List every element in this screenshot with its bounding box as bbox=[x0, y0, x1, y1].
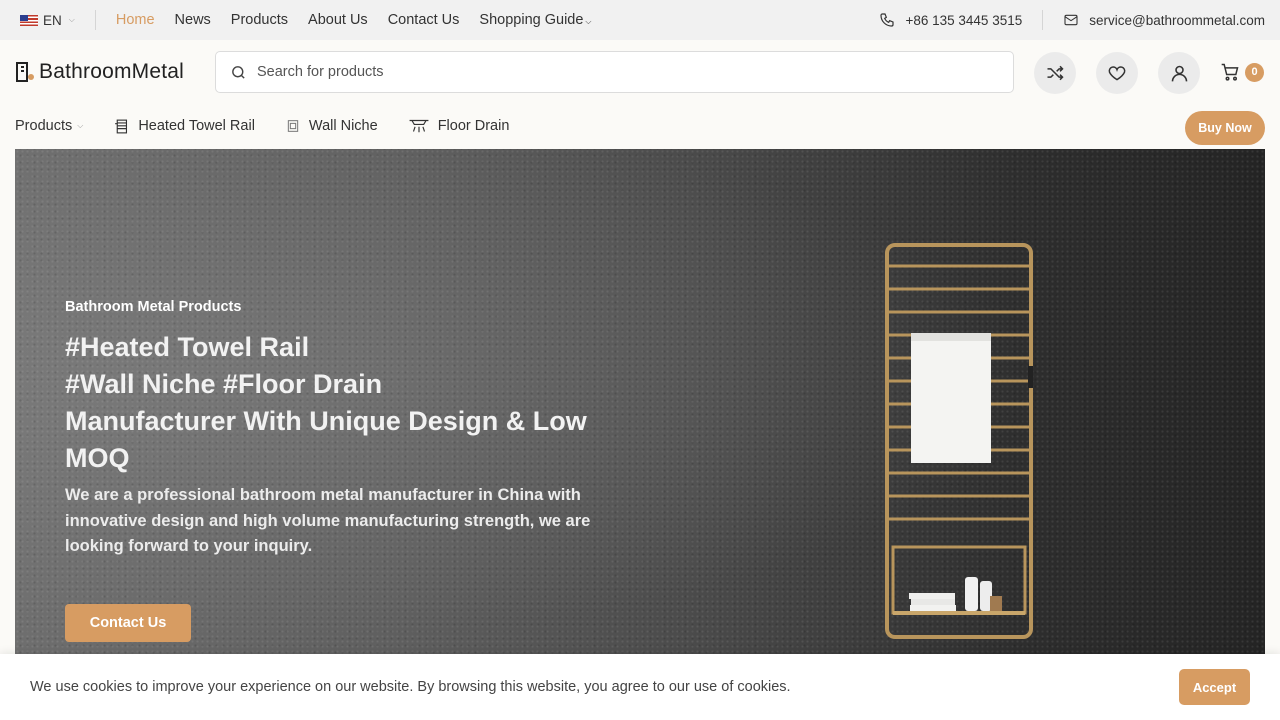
language-label: EN bbox=[43, 12, 62, 28]
hero-title-line: #Wall Niche #Floor Drain bbox=[65, 369, 383, 399]
nav-floor-drain[interactable]: Floor Drain bbox=[408, 117, 510, 135]
chevron-down-icon: ⌵ bbox=[585, 17, 592, 26]
phone-number[interactable]: +86 135 3445 3515 bbox=[905, 13, 1022, 28]
cart-button[interactable]: 0 bbox=[1220, 62, 1264, 82]
cookie-banner: We use cookies to improve your experienc… bbox=[0, 654, 1280, 720]
nav-shopping-guide[interactable]: Shopping Guide ⌵ bbox=[479, 12, 591, 28]
contact-us-button[interactable]: Contact Us bbox=[65, 604, 191, 642]
chevron-down-icon: ⌵ bbox=[77, 121, 84, 130]
shuffle-icon bbox=[1047, 65, 1064, 81]
nav-contact-us[interactable]: Contact Us bbox=[388, 12, 460, 28]
flag-us-icon bbox=[20, 14, 38, 26]
top-nav: Home News Products About Us Contact Us S… bbox=[116, 12, 592, 28]
logo-text: BathroomMetal bbox=[39, 60, 184, 83]
buy-now-button[interactable]: Buy Now bbox=[1185, 111, 1265, 145]
nav-heated-towel-rail-label: Heated Towel Rail bbox=[138, 118, 255, 134]
language-selector[interactable]: EN ⌵ bbox=[20, 13, 75, 28]
contact-info: +86 135 3445 3515 service@bathroommetal.… bbox=[879, 10, 1265, 30]
hero-content: Bathroom Metal Products #Heated Towel Ra… bbox=[65, 299, 625, 560]
towel-rail-image bbox=[885, 243, 1033, 639]
top-bar: EN ⌵ Home News Products About Us Contact… bbox=[0, 0, 1280, 40]
nav-floor-drain-label: Floor Drain bbox=[437, 118, 510, 134]
floor-drain-icon bbox=[409, 119, 429, 133]
hero-banner: Bathroom Metal Products #Heated Towel Ra… bbox=[15, 149, 1265, 720]
nav-wall-niche-label: Wall Niche bbox=[308, 118, 378, 134]
search-icon bbox=[232, 65, 245, 79]
hero-description: We are a professional bathroom metal man… bbox=[65, 486, 591, 555]
divider bbox=[1042, 10, 1044, 30]
nav-shopping-guide-label: Shopping Guide bbox=[479, 12, 584, 28]
search-bar bbox=[215, 51, 1014, 93]
divider bbox=[94, 10, 96, 30]
hero-subtitle: Bathroom Metal Products bbox=[65, 299, 242, 315]
cookie-message: We use cookies to improve your experienc… bbox=[30, 679, 791, 695]
towel-rail-icon bbox=[115, 119, 128, 133]
hero-title-line: MOQ bbox=[65, 443, 130, 473]
hero-title: #Heated Towel Rail #Wall Niche #Floor Dr… bbox=[65, 329, 625, 477]
user-icon bbox=[1171, 65, 1187, 81]
nav-products[interactable]: Products bbox=[231, 12, 288, 28]
hero-title-line: #Heated Towel Rail bbox=[65, 332, 310, 362]
phone-icon bbox=[880, 13, 895, 27]
products-menu-label: Products bbox=[15, 118, 73, 134]
heart-icon bbox=[1108, 66, 1126, 81]
nav-home[interactable]: Home bbox=[116, 12, 155, 28]
hero-title-line: Manufacturer With Unique Design & Low bbox=[65, 406, 587, 436]
accept-cookies-button[interactable]: Accept bbox=[1179, 669, 1250, 705]
nav-wall-niche[interactable]: Wall Niche bbox=[285, 118, 378, 134]
wishlist-button[interactable] bbox=[1096, 52, 1138, 94]
products-menu[interactable]: Products ⌵ bbox=[15, 118, 83, 134]
chevron-down-icon: ⌵ bbox=[68, 15, 75, 24]
category-nav: Products ⌵ Heated Towel Rail Wall Niche … bbox=[0, 104, 1280, 148]
nav-heated-towel-rail[interactable]: Heated Towel Rail bbox=[113, 118, 255, 135]
cart-icon bbox=[1221, 63, 1239, 81]
nav-about-us[interactable]: About Us bbox=[308, 12, 368, 28]
wall-niche-icon bbox=[287, 120, 299, 132]
site-logo[interactable]: BathroomMetal bbox=[15, 60, 184, 84]
cart-count-badge: 0 bbox=[1245, 62, 1264, 82]
site-header: BathroomMetal 0 bbox=[0, 40, 1280, 104]
account-button[interactable] bbox=[1158, 52, 1200, 94]
nav-news[interactable]: News bbox=[175, 12, 211, 28]
mail-icon bbox=[1064, 14, 1078, 26]
email-address[interactable]: service@bathroommetal.com bbox=[1089, 13, 1265, 28]
compare-button[interactable] bbox=[1034, 52, 1076, 94]
logo-icon bbox=[16, 62, 34, 82]
search-input[interactable] bbox=[257, 64, 957, 80]
